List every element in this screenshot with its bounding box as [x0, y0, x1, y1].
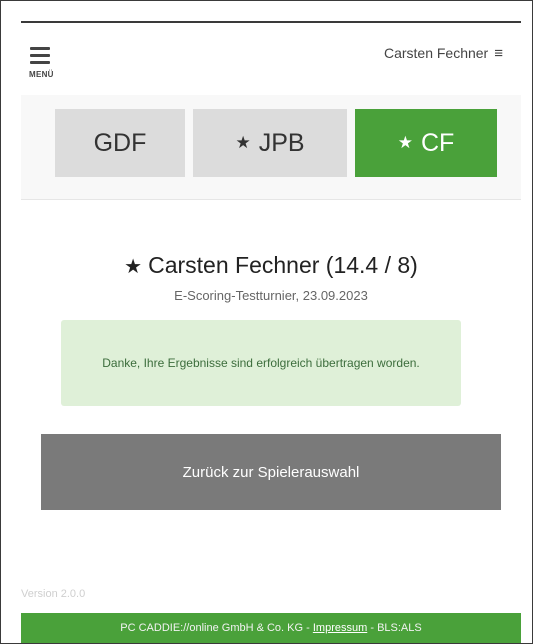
- menu-button[interactable]: MENÜ: [29, 45, 59, 85]
- result-card: ★ Carsten Fechner (14.4 / 8) E-Scoring-Te…: [21, 199, 521, 643]
- player-title: ★ Carsten Fechner (14.4 / 8): [21, 252, 521, 279]
- success-alert: Danke, Ihre Ergebnisse sind erfolgreich …: [61, 320, 461, 406]
- footer: PC CADDIE://online GmbH & Co. KG - Impre…: [21, 613, 521, 643]
- list-menu-icon: ≡: [494, 45, 503, 62]
- footer-separator: -: [370, 622, 374, 634]
- back-to-player-selection-button[interactable]: Zurück zur Spielerauswahl: [41, 434, 501, 510]
- tab-label: JPB: [258, 128, 305, 157]
- player-name-handicap: Carsten Fechner (14.4 / 8): [148, 252, 418, 278]
- footer-suffix: BLS:ALS: [377, 622, 422, 634]
- app-container: MENÜ Carsten Fechner ≡ GDF ★ JPB ★ CF ★ Cars…: [21, 21, 521, 643]
- tab-label: GDF: [93, 128, 147, 157]
- star-icon: ★: [235, 133, 251, 152]
- tab-label: CF: [420, 128, 455, 157]
- tournament-subtitle: E-Scoring-Testturnier, 23.09.2023: [174, 288, 368, 303]
- screen-frame: MENÜ Carsten Fechner ≡ GDF ★ JPB ★ CF ★ Cars…: [0, 0, 533, 644]
- top-bar: MENÜ Carsten Fechner ≡: [21, 21, 521, 95]
- tab-cf[interactable]: ★ CF: [355, 109, 497, 177]
- success-message: Danke, Ihre Ergebnisse sind erfolgreich …: [102, 356, 420, 370]
- hamburger-icon: [30, 47, 50, 68]
- tab-jpb[interactable]: ★ JPB: [193, 109, 347, 177]
- impressum-link[interactable]: Impressum: [313, 622, 367, 634]
- menu-label: MENÜ: [29, 70, 54, 79]
- tab-gdf[interactable]: GDF: [55, 109, 185, 177]
- footer-separator: -: [306, 622, 310, 634]
- user-name: Carsten Fechner: [383, 45, 489, 61]
- footer-company: PC CADDIE://online GmbH & Co. KG: [120, 622, 304, 634]
- version-label: Version 2.0.0: [21, 588, 86, 600]
- button-label: Zurück zur Spielerauswahl: [182, 463, 360, 481]
- user-menu[interactable]: Carsten Fechner ≡: [384, 45, 503, 62]
- star-icon: ★: [124, 256, 143, 278]
- star-icon: ★: [397, 133, 413, 152]
- player-tabs: GDF ★ JPB ★ CF: [55, 109, 497, 177]
